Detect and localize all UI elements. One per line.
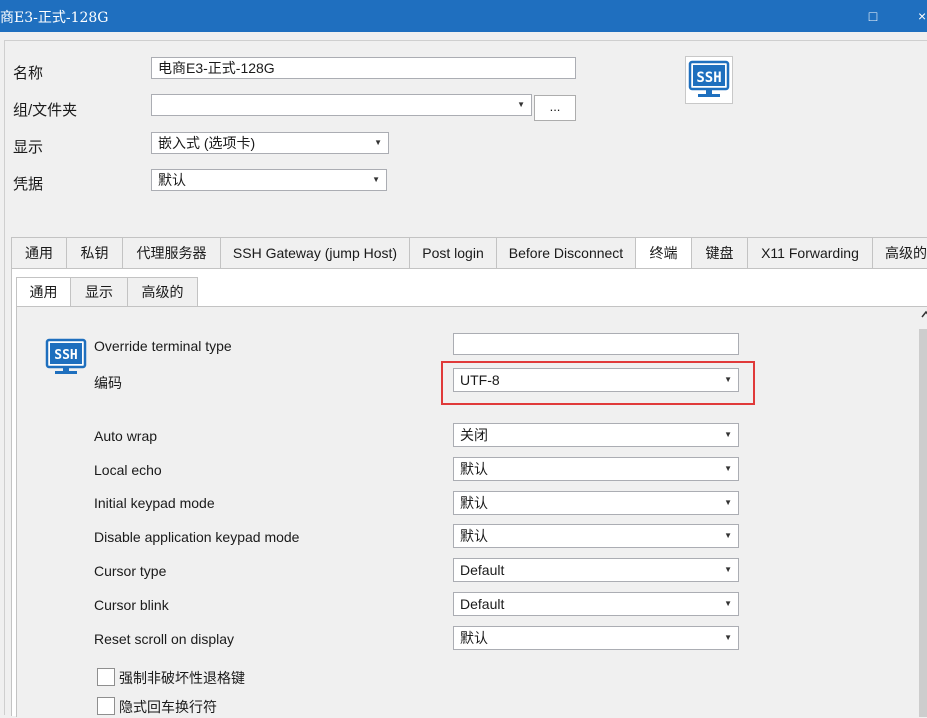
connection-settings-body: 名称 电商E3-正式-128G 组/文件夹 ▼ ... 显示 嵌入式 (选项卡)… <box>4 40 927 717</box>
tab-general[interactable]: 通用 <box>11 237 67 269</box>
subtab-display[interactable]: 显示 <box>70 277 128 307</box>
auto-wrap-combo[interactable]: 关闭 ▼ <box>453 423 739 447</box>
subtab-general[interactable]: 通用 <box>16 277 71 307</box>
cursor-blink-value: Default <box>460 596 505 612</box>
credentials-combo[interactable]: 默认 ▼ <box>151 169 387 191</box>
implicit-crlf-label: 隐式回车换行符 <box>119 699 217 715</box>
reset-scroll-value: 默认 <box>460 630 488 646</box>
disable-app-keypad-value: 默认 <box>460 528 488 544</box>
checkbox-box[interactable] <box>97 668 115 686</box>
group-folder-combo[interactable]: ▼ <box>151 94 532 116</box>
tab-ssh-gateway[interactable]: SSH Gateway (jump Host) <box>220 237 410 269</box>
tab-keyboard[interactable]: 键盘 <box>691 237 748 269</box>
chevron-down-icon: ▼ <box>724 498 732 507</box>
auto-wrap-value: 关闭 <box>460 427 488 443</box>
disable-app-keypad-combo[interactable]: 默认 ▼ <box>453 524 739 548</box>
disable-app-keypad-label: Disable application keypad mode <box>94 529 300 545</box>
ssh-terminal-icon: SSH <box>45 338 89 378</box>
chevron-down-icon: ▼ <box>724 464 732 473</box>
svg-text:SSH: SSH <box>54 348 77 363</box>
display-label: 显示 <box>13 139 44 156</box>
tab-private-key[interactable]: 私钥 <box>66 237 123 269</box>
chevron-down-icon: ▼ <box>372 175 380 184</box>
reset-scroll-combo[interactable]: 默认 ▼ <box>453 626 739 650</box>
group-folder-label: 组/文件夹 <box>13 102 78 119</box>
initial-keypad-mode-label: Initial keypad mode <box>94 495 215 511</box>
svg-text:SSH: SSH <box>696 70 721 86</box>
name-input[interactable]: 电商E3-正式-128G <box>151 57 576 79</box>
tab-terminal[interactable]: 终端 <box>635 237 692 269</box>
display-mode-combo[interactable]: 嵌入式 (选项卡) ▼ <box>151 132 389 154</box>
tab-post-login[interactable]: Post login <box>409 237 497 269</box>
checkbox-box[interactable] <box>97 697 115 715</box>
local-echo-label: Local echo <box>94 462 162 478</box>
cursor-blink-combo[interactable]: Default ▼ <box>453 592 739 616</box>
credentials-label: 凭据 <box>13 176 44 193</box>
chevron-down-icon: ▼ <box>724 565 732 574</box>
terminal-tab-panel: 通用 显示 高级的 SSH Override terminal type 编码 … <box>11 268 927 717</box>
subtab-advanced[interactable]: 高级的 <box>127 277 198 307</box>
local-echo-combo[interactable]: 默认 ▼ <box>453 457 739 481</box>
local-echo-value: 默认 <box>460 461 488 477</box>
ssh-protocol-icon: SSH <box>685 56 733 104</box>
close-button[interactable]: × <box>900 0 927 32</box>
initial-keypad-mode-combo[interactable]: 默认 ▼ <box>453 491 739 515</box>
chevron-down-icon: ▼ <box>724 375 732 384</box>
chevron-down-icon: ▼ <box>724 430 732 439</box>
tab-proxy-server[interactable]: 代理服务器 <box>122 237 221 269</box>
tab-x11-forwarding[interactable]: X11 Forwarding <box>747 237 873 269</box>
encoding-label: 编码 <box>94 375 122 391</box>
cursor-type-label: Cursor type <box>94 563 167 579</box>
encoding-combo[interactable]: UTF-8 ▼ <box>453 368 739 392</box>
tab-before-disconnect[interactable]: Before Disconnect <box>496 237 636 269</box>
cursor-type-combo[interactable]: Default ▼ <box>453 558 739 582</box>
name-label: 名称 <box>13 65 44 82</box>
browse-group-button[interactable]: ... <box>534 95 576 121</box>
display-mode-value: 嵌入式 (选项卡) <box>158 135 256 151</box>
window-title: 商E3-正式-128G <box>0 10 109 26</box>
title-bar: 商E3-正式-128G □ × <box>0 0 927 32</box>
scrollbar-thumb[interactable] <box>919 329 927 717</box>
vertical-scrollbar[interactable] <box>918 307 927 717</box>
chevron-down-icon: ▼ <box>517 100 525 109</box>
cursor-type-value: Default <box>460 562 505 578</box>
terminal-general-panel: SSH Override terminal type 编码 UTF-8 ▼ Au… <box>16 306 927 717</box>
initial-keypad-mode-value: 默认 <box>460 495 488 511</box>
tab-advanced[interactable]: 高级的 <box>872 237 927 269</box>
chevron-down-icon: ▼ <box>374 138 382 147</box>
override-terminal-type-label: Override terminal type <box>94 338 232 354</box>
chevron-down-icon: ▼ <box>724 633 732 642</box>
encoding-value: UTF-8 <box>460 372 500 388</box>
chevron-down-icon: ▼ <box>724 599 732 608</box>
override-terminal-type-input[interactable] <box>453 333 739 355</box>
chevron-down-icon: ▼ <box>724 531 732 540</box>
scroll-up-icon[interactable] <box>918 309 927 323</box>
force-nondestructive-backspace-label: 强制非破坏性退格键 <box>119 670 245 686</box>
auto-wrap-label: Auto wrap <box>94 428 158 444</box>
reset-scroll-label: Reset scroll on display <box>94 631 235 647</box>
credentials-value: 默认 <box>158 172 186 188</box>
cursor-blink-label: Cursor blink <box>94 597 169 613</box>
maximize-button[interactable]: □ <box>853 0 893 32</box>
